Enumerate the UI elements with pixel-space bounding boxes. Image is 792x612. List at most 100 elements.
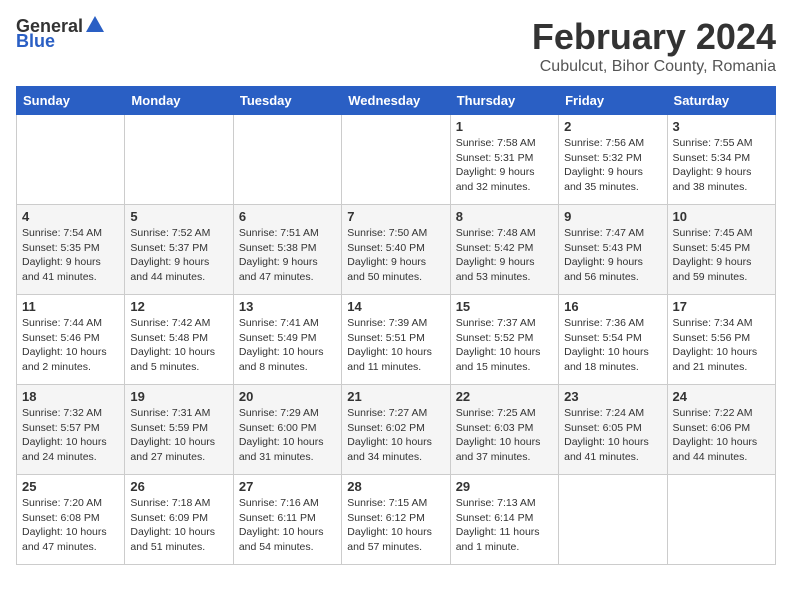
day-info: Sunrise: 7:20 AM Sunset: 6:08 PM Dayligh… [22,496,119,555]
calendar-cell: 20 Sunrise: 7:29 AM Sunset: 6:00 PM Dayli… [233,385,341,475]
day-number: 18 [22,389,119,404]
day-number: 1 [456,119,553,134]
day-info: Sunrise: 7:51 AM Sunset: 5:38 PM Dayligh… [239,226,336,285]
calendar-table: Sunday Monday Tuesday Wednesday Thursday… [16,86,776,565]
calendar-cell: 14 Sunrise: 7:39 AM Sunset: 5:51 PM Dayli… [342,295,450,385]
calendar-cell: 11Sunrise: 7:44 AM Sunset: 5:46 PM Dayli… [17,295,125,385]
day-info: Sunrise: 7:37 AM Sunset: 5:52 PM Dayligh… [456,316,553,375]
header-sunday: Sunday [17,87,125,115]
calendar-week-row: 18Sunrise: 7:32 AM Sunset: 5:57 PM Dayli… [17,385,776,475]
day-number: 6 [239,209,336,224]
header-wednesday: Wednesday [342,87,450,115]
calendar-week-row: 11Sunrise: 7:44 AM Sunset: 5:46 PM Dayli… [17,295,776,385]
day-number: 17 [673,299,770,314]
logo: General Blue [16,16,106,52]
calendar-cell: 1 Sunrise: 7:58 AM Sunset: 5:31 PM Daylig… [450,115,558,205]
day-info: Sunrise: 7:50 AM Sunset: 5:40 PM Dayligh… [347,226,444,285]
calendar-cell: 24 Sunrise: 7:22 AM Sunset: 6:06 PM Dayli… [667,385,775,475]
calendar-cell: 26 Sunrise: 7:18 AM Sunset: 6:09 PM Dayli… [125,475,233,565]
calendar-cell: 28 Sunrise: 7:15 AM Sunset: 6:12 PM Dayli… [342,475,450,565]
day-number: 22 [456,389,553,404]
day-number: 20 [239,389,336,404]
day-number: 26 [130,479,227,494]
day-info: Sunrise: 7:31 AM Sunset: 5:59 PM Dayligh… [130,406,227,465]
calendar-cell: 7 Sunrise: 7:50 AM Sunset: 5:40 PM Daylig… [342,205,450,295]
day-info: Sunrise: 7:22 AM Sunset: 6:06 PM Dayligh… [673,406,770,465]
day-number: 28 [347,479,444,494]
day-info: Sunrise: 7:34 AM Sunset: 5:56 PM Dayligh… [673,316,770,375]
day-number: 27 [239,479,336,494]
calendar-cell: 9 Sunrise: 7:47 AM Sunset: 5:43 PM Daylig… [559,205,667,295]
day-info: Sunrise: 7:29 AM Sunset: 6:00 PM Dayligh… [239,406,336,465]
day-info: Sunrise: 7:58 AM Sunset: 5:31 PM Dayligh… [456,136,553,195]
calendar-cell [667,475,775,565]
calendar-cell: 18Sunrise: 7:32 AM Sunset: 5:57 PM Dayli… [17,385,125,475]
day-number: 29 [456,479,553,494]
day-number: 23 [564,389,661,404]
day-number: 16 [564,299,661,314]
calendar-cell [17,115,125,205]
header-monday: Monday [125,87,233,115]
day-info: Sunrise: 7:39 AM Sunset: 5:51 PM Dayligh… [347,316,444,375]
calendar-cell: 15Sunrise: 7:37 AM Sunset: 5:52 PM Dayli… [450,295,558,385]
day-info: Sunrise: 7:47 AM Sunset: 5:43 PM Dayligh… [564,226,661,285]
calendar-cell: 19 Sunrise: 7:31 AM Sunset: 5:59 PM Dayli… [125,385,233,475]
day-info: Sunrise: 7:56 AM Sunset: 5:32 PM Dayligh… [564,136,661,195]
calendar-cell: 27 Sunrise: 7:16 AM Sunset: 6:11 PM Dayli… [233,475,341,565]
day-number: 3 [673,119,770,134]
calendar-week-row: 25 Sunrise: 7:20 AM Sunset: 6:08 PM Dayli… [17,475,776,565]
calendar-cell: 4 Sunrise: 7:54 AM Sunset: 5:35 PM Daylig… [17,205,125,295]
day-info: Sunrise: 7:18 AM Sunset: 6:09 PM Dayligh… [130,496,227,555]
calendar-cell [342,115,450,205]
calendar-subtitle: Cubulcut, Bihor County, Romania [532,58,776,76]
day-number: 24 [673,389,770,404]
day-number: 21 [347,389,444,404]
day-info: Sunrise: 7:54 AM Sunset: 5:35 PM Dayligh… [22,226,119,285]
day-number: 4 [22,209,119,224]
day-info: Sunrise: 7:27 AM Sunset: 6:02 PM Dayligh… [347,406,444,465]
day-info: Sunrise: 7:44 AM Sunset: 5:46 PM Dayligh… [22,316,119,375]
calendar-cell: 21 Sunrise: 7:27 AM Sunset: 6:02 PM Dayli… [342,385,450,475]
day-number: 8 [456,209,553,224]
calendar-cell: 25 Sunrise: 7:20 AM Sunset: 6:08 PM Dayli… [17,475,125,565]
day-number: 14 [347,299,444,314]
day-number: 25 [22,479,119,494]
day-number: 5 [130,209,227,224]
header: General Blue February 2024 Cubulcut, Bih… [16,16,776,76]
calendar-cell: 6 Sunrise: 7:51 AM Sunset: 5:38 PM Daylig… [233,205,341,295]
header-friday: Friday [559,87,667,115]
day-info: Sunrise: 7:41 AM Sunset: 5:49 PM Dayligh… [239,316,336,375]
calendar-cell: 10 Sunrise: 7:45 AM Sunset: 5:45 PM Dayli… [667,205,775,295]
header-saturday: Saturday [667,87,775,115]
day-info: Sunrise: 7:55 AM Sunset: 5:34 PM Dayligh… [673,136,770,195]
calendar-cell: 12Sunrise: 7:42 AM Sunset: 5:48 PM Dayli… [125,295,233,385]
calendar-cell [125,115,233,205]
calendar-title: February 2024 [532,16,776,58]
day-number: 19 [130,389,227,404]
day-number: 7 [347,209,444,224]
calendar-cell: 17 Sunrise: 7:34 AM Sunset: 5:56 PM Dayli… [667,295,775,385]
day-info: Sunrise: 7:52 AM Sunset: 5:37 PM Dayligh… [130,226,227,285]
day-info: Sunrise: 7:16 AM Sunset: 6:11 PM Dayligh… [239,496,336,555]
calendar-header-row: Sunday Monday Tuesday Wednesday Thursday… [17,87,776,115]
calendar-cell [559,475,667,565]
calendar-cell: 5 Sunrise: 7:52 AM Sunset: 5:37 PM Daylig… [125,205,233,295]
day-info: Sunrise: 7:15 AM Sunset: 6:12 PM Dayligh… [347,496,444,555]
calendar-cell: 29Sunrise: 7:13 AM Sunset: 6:14 PM Dayli… [450,475,558,565]
day-info: Sunrise: 7:36 AM Sunset: 5:54 PM Dayligh… [564,316,661,375]
calendar-week-row: 4 Sunrise: 7:54 AM Sunset: 5:35 PM Daylig… [17,205,776,295]
day-info: Sunrise: 7:45 AM Sunset: 5:45 PM Dayligh… [673,226,770,285]
calendar-cell [233,115,341,205]
calendar-cell: 23 Sunrise: 7:24 AM Sunset: 6:05 PM Dayli… [559,385,667,475]
day-number: 13 [239,299,336,314]
logo-icon [84,14,106,36]
logo-blue-text: Blue [16,31,55,52]
day-info: Sunrise: 7:24 AM Sunset: 6:05 PM Dayligh… [564,406,661,465]
title-section: February 2024 Cubulcut, Bihor County, Ro… [532,16,776,76]
calendar-cell: 22 Sunrise: 7:25 AM Sunset: 6:03 PM Dayli… [450,385,558,475]
header-thursday: Thursday [450,87,558,115]
day-number: 10 [673,209,770,224]
day-number: 9 [564,209,661,224]
day-info: Sunrise: 7:25 AM Sunset: 6:03 PM Dayligh… [456,406,553,465]
calendar-cell: 3 Sunrise: 7:55 AM Sunset: 5:34 PM Daylig… [667,115,775,205]
